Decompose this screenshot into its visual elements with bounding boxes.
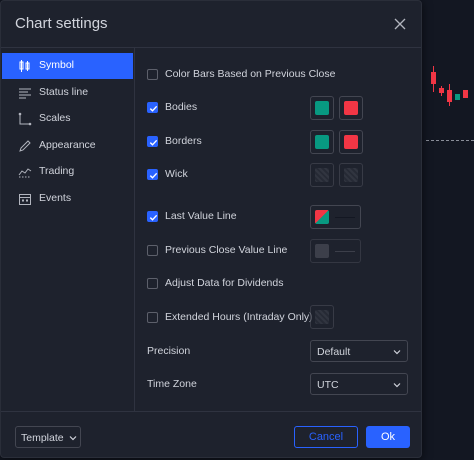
color-fill xyxy=(315,135,329,149)
sidebar-item-appearance[interactable]: Appearance xyxy=(2,133,133,159)
close-icon xyxy=(394,18,406,30)
timezone-label: Time Zone xyxy=(147,378,197,390)
sidebar-item-events[interactable]: Events xyxy=(2,186,133,212)
wick-checkbox[interactable] xyxy=(147,169,158,180)
extended-hours-row: Extended Hours (Intraday Only) xyxy=(147,311,317,328)
color-fill xyxy=(315,244,329,258)
bodies-label: Bodies xyxy=(165,101,198,113)
candle xyxy=(447,90,452,102)
chevron-down-icon xyxy=(69,436,77,441)
candles-icon xyxy=(19,60,30,72)
color-fill xyxy=(315,310,329,324)
color-fill xyxy=(344,135,358,149)
sidebar-item-trading[interactable]: Trading xyxy=(2,159,133,185)
timezone-select[interactable]: UTC xyxy=(310,373,408,395)
precision-select[interactable]: Default xyxy=(310,340,408,362)
prev-close-line-checkbox[interactable] xyxy=(147,245,158,256)
scales-icon xyxy=(18,112,32,126)
bodies-up-color-swatch[interactable] xyxy=(310,96,334,120)
bodies-checkbox[interactable] xyxy=(147,102,158,113)
chart-background xyxy=(422,0,474,460)
sidebar-item-label: Appearance xyxy=(39,139,96,151)
last-value-line-label: Last Value Line xyxy=(165,210,237,222)
color-fill xyxy=(344,101,358,115)
sidebar-item-symbol[interactable]: Symbol xyxy=(2,53,133,79)
checkmark-icon xyxy=(149,139,158,146)
color-bars-row: Color Bars Based on Previous Close xyxy=(147,68,407,85)
chevron-down-icon xyxy=(393,383,401,388)
chart-settings-dialog: Chart settings Symbol Status line Scales… xyxy=(0,0,422,458)
adjust-dividends-row: Adjust Data for Dividends xyxy=(147,277,307,294)
price-line xyxy=(426,140,474,141)
sidebar-item-label: Status line xyxy=(39,86,89,98)
dialog-footer: Template Cancel Ok xyxy=(1,411,421,459)
candle xyxy=(455,94,460,100)
prev-close-line-style-picker[interactable] xyxy=(310,239,361,263)
wick-row: Wick xyxy=(147,168,297,185)
bodies-row: Bodies xyxy=(147,101,297,118)
prev-close-line-label: Previous Close Value Line xyxy=(165,244,288,256)
wick-up-color-swatch[interactable] xyxy=(310,163,334,187)
trading-icon xyxy=(18,168,32,178)
color-fill xyxy=(315,101,329,115)
extended-hours-label: Extended Hours (Intraday Only) xyxy=(165,311,313,323)
color-fill xyxy=(344,168,358,182)
sidebar-item-status-line[interactable]: Status line xyxy=(2,80,133,106)
chevron-down-icon xyxy=(393,350,401,355)
template-dropdown[interactable]: Template xyxy=(15,426,81,448)
template-label: Template xyxy=(21,432,64,444)
sidebar-item-label: Trading xyxy=(39,165,75,177)
line-preview xyxy=(335,217,355,218)
cancel-button[interactable]: Cancel xyxy=(294,426,358,448)
dialog-title: Chart settings xyxy=(15,15,108,32)
extended-hours-checkbox[interactable] xyxy=(147,312,158,323)
checkmark-icon xyxy=(149,105,158,112)
borders-checkbox[interactable] xyxy=(147,136,158,147)
line-preview xyxy=(335,251,355,252)
settings-sidebar: Symbol Status line Scales Appearance Tra… xyxy=(1,48,135,411)
calendar-icon xyxy=(19,194,31,205)
borders-row: Borders xyxy=(147,135,297,152)
ok-button[interactable]: Ok xyxy=(366,426,410,448)
status-line-icon xyxy=(19,88,31,99)
precision-label: Precision xyxy=(147,345,191,357)
color-fill xyxy=(315,168,329,182)
prev-close-line-row: Previous Close Value Line xyxy=(147,244,307,261)
last-value-line-checkbox[interactable] xyxy=(147,211,158,222)
sidebar-item-scales[interactable]: Scales xyxy=(2,106,133,132)
candle xyxy=(439,88,444,93)
borders-label: Borders xyxy=(165,135,202,147)
borders-up-color-swatch[interactable] xyxy=(310,130,334,154)
candle xyxy=(431,72,436,84)
last-value-line-row: Last Value Line xyxy=(147,210,297,227)
borders-down-color-swatch[interactable] xyxy=(339,130,363,154)
adjust-dividends-checkbox[interactable] xyxy=(147,278,158,289)
precision-value: Default xyxy=(317,346,351,358)
pencil-icon xyxy=(19,140,31,152)
color-fill xyxy=(315,210,329,224)
adjust-dividends-label: Adjust Data for Dividends xyxy=(165,277,284,289)
candle xyxy=(463,90,468,98)
wick-down-color-swatch[interactable] xyxy=(339,163,363,187)
close-button[interactable] xyxy=(391,15,409,33)
checkmark-icon xyxy=(149,172,158,179)
timezone-value: UTC xyxy=(317,379,339,391)
sidebar-item-label: Scales xyxy=(39,112,71,124)
extended-hours-color-swatch[interactable] xyxy=(310,305,334,329)
sidebar-item-label: Symbol xyxy=(39,59,75,71)
symbol-settings-panel: Color Bars Based on Previous Close Bodie… xyxy=(135,48,422,411)
dialog-header: Chart settings xyxy=(1,1,421,48)
bodies-down-color-swatch[interactable] xyxy=(339,96,363,120)
checkmark-icon xyxy=(149,214,158,221)
last-value-line-style-picker[interactable] xyxy=(310,205,361,229)
sidebar-item-label: Events xyxy=(39,192,72,204)
wick-label: Wick xyxy=(165,168,188,180)
color-bars-checkbox[interactable] xyxy=(147,69,158,80)
color-bars-label: Color Bars Based on Previous Close xyxy=(165,68,336,80)
